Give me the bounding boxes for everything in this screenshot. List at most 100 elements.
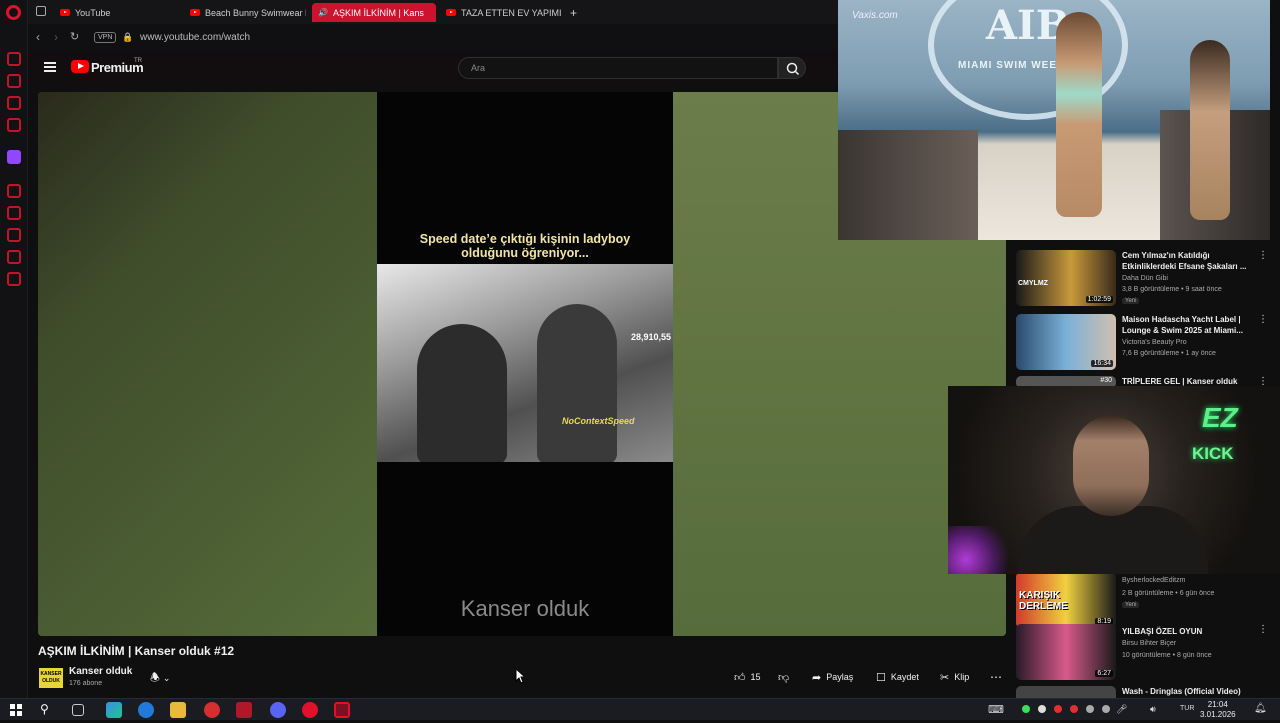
share-label: Paylaş: [826, 672, 854, 682]
recommendation-channel[interactable]: Birsu Bihter Biçer: [1122, 640, 1176, 647]
voicemeeter-icon[interactable]: [236, 702, 252, 718]
list-item[interactable]: 16:34 Maison Hadascha Yacht Label | Loun…: [1016, 314, 1268, 374]
sidebar-box-icon[interactable]: [7, 250, 21, 264]
recommendation-title[interactable]: Wash - Dringlas (Official Video): [1122, 686, 1250, 697]
save-icon: ☐: [876, 671, 886, 684]
tab-beach-bunny[interactable]: Beach Bunny Swimwear F: [184, 3, 306, 22]
file-explorer-icon[interactable]: [170, 702, 186, 718]
ez-overlay: EZ: [1202, 402, 1238, 433]
like-icon: 👍︎: [734, 671, 746, 684]
recommendation-meta: 2 B görüntüleme • 6 gün önce: [1122, 590, 1215, 597]
share-button[interactable]: ➦ Paylaş: [804, 667, 861, 687]
clip-button[interactable]: ✂ Klip: [932, 667, 977, 687]
list-item[interactable]: 6:27 YILBAŞI ÖZEL OYUN Birsu Bihter Biçe…: [1016, 624, 1268, 684]
more-icon[interactable]: ⋮: [1258, 250, 1268, 261]
new-tab-button[interactable]: +: [564, 3, 584, 22]
search-input[interactable]: Ara: [458, 57, 778, 79]
recommendation-title[interactable]: Cem Yılmaz'ın Katıldığı Etkinliklerdeki …: [1122, 250, 1250, 272]
edge-icon[interactable]: [138, 702, 154, 718]
menu-icon[interactable]: [44, 62, 56, 72]
windows-start-icon[interactable]: [8, 702, 24, 718]
video-thumbnail[interactable]: CMYLMZ 1:02:59: [1016, 250, 1116, 306]
more-icon[interactable]: ⋮: [1258, 624, 1268, 635]
lock-icon: 🔒: [122, 32, 134, 42]
recommendation-channel[interactable]: Victoria's Beauty Pro: [1122, 339, 1187, 346]
microphone-icon[interactable]: 🎤︎: [1116, 704, 1127, 715]
app-icon[interactable]: [204, 702, 220, 718]
list-item[interactable]: CMYLMZ 1:02:59 Cem Yılmaz'ın Katıldığı E…: [1016, 250, 1268, 310]
tab-youtube[interactable]: YouTube: [54, 3, 174, 22]
youtube-favicon-icon: [446, 9, 456, 16]
tab-overview-icon[interactable]: [36, 6, 46, 16]
vpn-badge[interactable]: VPN: [94, 32, 117, 43]
recommendation-title[interactable]: Maison Hadascha Yacht Label | Lounge & S…: [1122, 314, 1250, 336]
overlay-tag: NoContextSpeed: [562, 416, 635, 426]
sidebar-bag-icon[interactable]: [7, 74, 21, 88]
sidebar-whatsapp-icon[interactable]: [7, 118, 21, 132]
sidebar-aria-icon[interactable]: [7, 52, 21, 66]
subscription-bell-button[interactable]: 🕭 ⌄: [146, 668, 186, 686]
recommendation-title[interactable]: YILBAŞI ÖZEL OYUN: [1122, 626, 1250, 637]
discord-icon[interactable]: [270, 702, 286, 718]
clock[interactable]: 21:04 3.01.2026: [1200, 700, 1236, 720]
dislike-button[interactable]: 👎︎: [770, 667, 797, 687]
sidebar-bookmark-icon[interactable]: [7, 206, 21, 220]
opera-icon-active[interactable]: [334, 702, 350, 718]
tab-askim-ilkinim[interactable]: 🔊 AŞKIM İLKİNİM | Kans: [312, 3, 436, 22]
video-frame[interactable]: Speed date’e çıktığı kişinin ladyboy old…: [377, 92, 673, 636]
opera-logo-icon[interactable]: [6, 5, 21, 20]
clip-label: Klip: [954, 672, 970, 682]
search-button[interactable]: [778, 57, 806, 79]
opera-gx-icon[interactable]: [302, 702, 318, 718]
recommendation-channel[interactable]: BysherlockedEditzm: [1122, 577, 1185, 584]
sidebar-player-icon[interactable]: [7, 184, 21, 198]
volume-icon[interactable]: 🔊︎: [1150, 704, 1156, 715]
language-indicator[interactable]: TUR: [1180, 705, 1194, 712]
recommendation-channel[interactable]: Daha Dün Gibi: [1122, 275, 1168, 282]
forward-arrow-icon[interactable]: ›: [54, 30, 58, 44]
pip-video-runway[interactable]: AIB MIAMI SWIM WEEK Vaxis.com: [838, 0, 1270, 240]
sidebar-messenger-icon[interactable]: [7, 96, 21, 110]
youtube-logo-icon[interactable]: [71, 60, 89, 73]
video-thumbnail[interactable]: 16:34: [1016, 314, 1116, 370]
source-logo: Vaxis.com: [852, 10, 898, 21]
tab-label: Beach Bunny Swimwear F: [205, 7, 306, 18]
back-arrow-icon[interactable]: ‹: [36, 30, 40, 44]
banner-subtext: MIAMI SWIM WEEK: [958, 60, 1066, 71]
scissors-icon: ✂: [940, 671, 950, 684]
reload-icon[interactable]: ↻: [70, 30, 79, 43]
keyboard-icon[interactable]: ⌨: [988, 703, 1004, 716]
tray-app-icon[interactable]: [1102, 705, 1110, 713]
streamer-face: [1073, 416, 1149, 516]
runway-model-figure: [1190, 40, 1230, 220]
list-item[interactable]: Wash - Dringlas (Official Video): [1016, 686, 1266, 698]
tray-app-icon[interactable]: [1054, 705, 1062, 713]
tray-app-icon[interactable]: [1070, 705, 1078, 713]
tab-taza-etten[interactable]: TAZA ETTEN EV YAPIMI KC: [440, 3, 562, 22]
tray-app-icon[interactable]: [1022, 705, 1030, 713]
more-icon[interactable]: ⋮: [1258, 314, 1268, 325]
more-icon: ⋯: [990, 670, 1002, 684]
avatar[interactable]: KANSER OLDUK: [39, 668, 63, 688]
windows-taskbar: ⚲ ⌨ 🎤︎ 🔊︎ TUR 21:04 3.01.2026 🔔︎: [0, 698, 1280, 720]
runway-model-figure: [1056, 12, 1102, 217]
tray-app-icon[interactable]: [1086, 705, 1094, 713]
url-field[interactable]: www.youtube.com/watch: [140, 32, 250, 43]
notification-icon[interactable]: 🔔︎: [1254, 703, 1267, 714]
tray-app-icon[interactable]: [1038, 705, 1046, 713]
channel-name[interactable]: Kanser olduk: [69, 666, 132, 677]
like-button[interactable]: 👍︎ 15: [726, 667, 769, 687]
pip-webcam[interactable]: EZ KICK: [948, 386, 1280, 574]
tab-label: TAZA ETTEN EV YAPIMI KC: [461, 7, 562, 18]
sidebar-twitch-icon[interactable]: [7, 150, 21, 164]
save-label: Kaydet: [890, 672, 919, 682]
sidebar-history-icon[interactable]: [7, 228, 21, 242]
sidebar-settings-icon[interactable]: [7, 272, 21, 286]
copilot-icon[interactable]: [106, 702, 122, 718]
search-icon[interactable]: ⚲: [40, 702, 56, 718]
video-thumbnail[interactable]: 6:27: [1016, 624, 1116, 680]
video-thumbnail[interactable]: KARIŞIK DERLEME 8:19: [1016, 572, 1116, 628]
video-thumbnail[interactable]: [1016, 686, 1116, 698]
save-button[interactable]: ☐ Kaydet: [868, 667, 927, 687]
task-view-icon[interactable]: [72, 704, 84, 716]
